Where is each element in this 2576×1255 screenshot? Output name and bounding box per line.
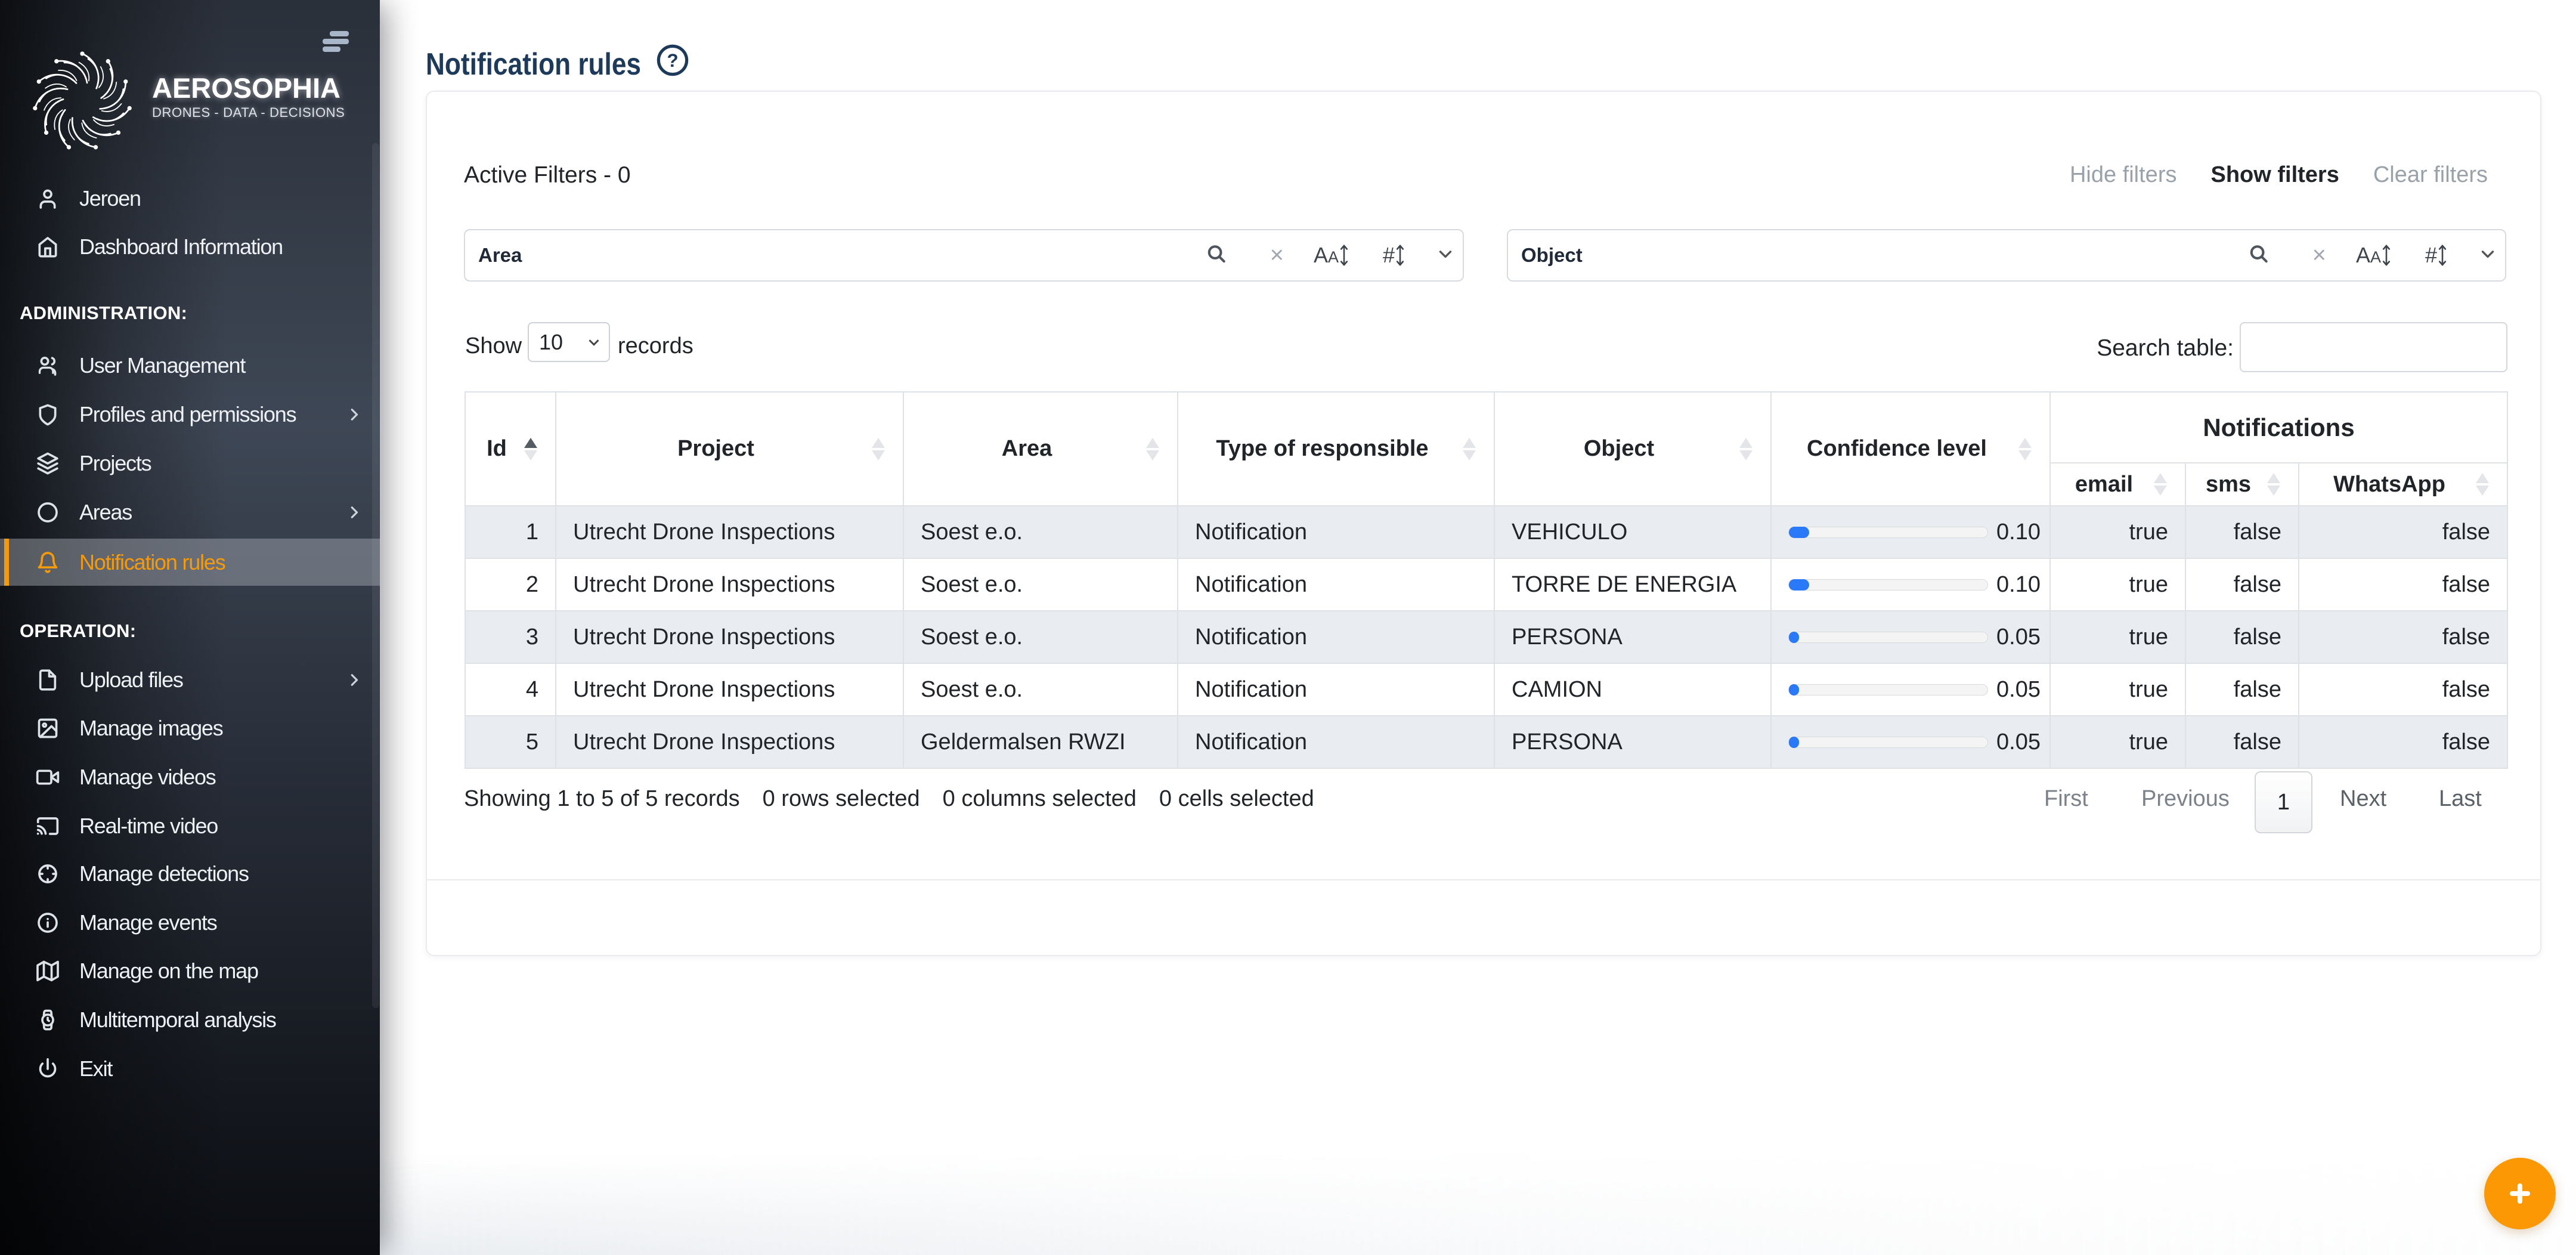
svg-text:?: ?: [667, 50, 678, 71]
